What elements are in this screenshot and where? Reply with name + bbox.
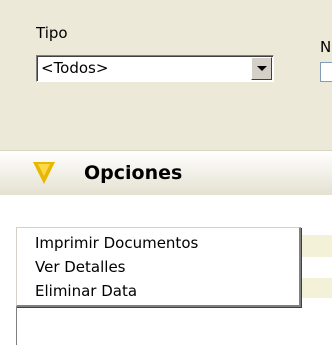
context-menu: Imprimir Documentos Ver Detalles Elimina… bbox=[16, 227, 301, 307]
row-strip bbox=[300, 235, 332, 257]
tipo-dropdown-value: <Todos> bbox=[41, 59, 109, 77]
row-strip bbox=[300, 278, 332, 298]
next-filter-label: N bbox=[320, 38, 332, 56]
tipo-label: Tipo bbox=[36, 24, 68, 42]
menu-item-imprimir-documentos[interactable]: Imprimir Documentos bbox=[35, 234, 198, 252]
menu-item-eliminar-data[interactable]: Eliminar Data bbox=[35, 282, 137, 300]
options-title: Opciones bbox=[84, 162, 183, 184]
tipo-dropdown[interactable]: <Todos> bbox=[36, 55, 274, 82]
next-filter-field[interactable] bbox=[320, 62, 332, 82]
funnel-icon bbox=[33, 162, 55, 184]
chevron-down-icon[interactable] bbox=[251, 57, 272, 80]
menu-item-ver-detalles[interactable]: Ver Detalles bbox=[35, 258, 126, 276]
